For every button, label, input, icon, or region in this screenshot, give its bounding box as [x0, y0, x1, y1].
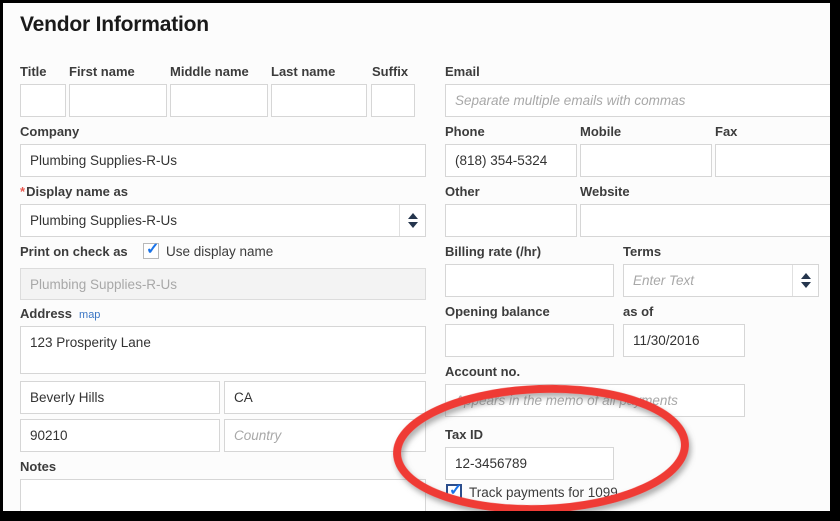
label-company: Company: [20, 124, 80, 139]
label-display-name-as-text: Display name as: [26, 184, 128, 199]
label-first-name: First name: [69, 64, 135, 79]
company-input-value: Plumbing Supplies-R-Us: [30, 153, 178, 168]
use-display-name-label: Use display name: [166, 243, 274, 259]
screenshot-frame: Vendor Information Title First name Midd…: [0, 0, 840, 521]
track-1099-label: Track payments for 1099: [469, 484, 618, 500]
phone-value: (818) 354-5324: [455, 153, 548, 168]
label-title: Title: [20, 64, 47, 79]
print-on-check-input: Plumbing Supplies-R-Us: [20, 268, 426, 300]
website-input[interactable]: [580, 204, 830, 237]
track-1099-checkbox-row[interactable]: ✓ Track payments for 1099: [446, 482, 618, 500]
check-icon: ✓: [449, 482, 463, 499]
label-address: Address map: [20, 306, 100, 321]
label-account-no: Account no.: [445, 364, 521, 379]
account-no-input[interactable]: Appears in the memo of all payments: [445, 384, 745, 417]
notes-textarea[interactable]: [20, 479, 426, 511]
print-on-check-value: Plumbing Supplies-R-Us: [30, 276, 178, 292]
use-display-name-checkbox-row[interactable]: ✓ Use display name: [143, 241, 274, 259]
label-website: Website: [580, 184, 630, 199]
company-input[interactable]: Plumbing Supplies-R-Us: [20, 144, 426, 177]
label-phone: Phone: [445, 124, 485, 139]
as-of-date-input[interactable]: 11/30/2016: [623, 324, 745, 357]
label-display-name-as: *Display name as: [20, 184, 128, 199]
address-country-placeholder: Country: [234, 428, 282, 443]
use-display-name-checkbox[interactable]: ✓: [143, 241, 160, 259]
check-icon: ✓: [146, 241, 160, 258]
fax-input[interactable]: [715, 144, 830, 177]
email-placeholder: Separate multiple emails with commas: [455, 93, 686, 108]
account-no-placeholder: Appears in the memo of all payments: [455, 393, 678, 408]
label-as-of: as of: [623, 304, 654, 319]
mobile-input[interactable]: [580, 144, 712, 177]
label-tax-id: Tax ID: [445, 427, 484, 442]
label-print-on-check-as: Print on check as: [20, 244, 128, 259]
billing-rate-input[interactable]: [445, 264, 614, 297]
address-city-input[interactable]: Beverly Hills: [20, 381, 220, 414]
address-map-link[interactable]: map: [79, 309, 100, 321]
address-street-input[interactable]: 123 Prosperity Lane: [20, 326, 426, 374]
title-input[interactable]: [20, 84, 66, 117]
address-city-value: Beverly Hills: [30, 390, 105, 405]
email-input[interactable]: Separate multiple emails with commas: [445, 84, 830, 117]
address-street-value: 123 Prosperity Lane: [30, 335, 151, 350]
address-state-value: CA: [234, 390, 253, 405]
opening-balance-input[interactable]: [445, 324, 614, 357]
chevron-down-icon: [800, 282, 811, 288]
display-name-as-value: Plumbing Supplies-R-Us: [30, 213, 178, 228]
display-name-as-select[interactable]: Plumbing Supplies-R-Us: [20, 204, 426, 237]
label-last-name: Last name: [271, 64, 336, 79]
tax-id-value: 12-3456789: [455, 456, 528, 471]
first-name-input[interactable]: [69, 84, 167, 117]
label-middle-name: Middle name: [170, 64, 249, 79]
vendor-information-panel: Vendor Information Title First name Midd…: [3, 3, 830, 511]
label-opening-balance: Opening balance: [445, 304, 550, 319]
address-state-input[interactable]: CA: [224, 381, 426, 414]
as-of-date-value: 11/30/2016: [633, 333, 700, 348]
terms-select[interactable]: Enter Text: [623, 264, 819, 297]
label-fax: Fax: [715, 124, 738, 139]
address-zip-value: 90210: [30, 428, 68, 443]
last-name-input[interactable]: [271, 84, 367, 117]
terms-stepper-icon[interactable]: [792, 265, 818, 296]
middle-name-input[interactable]: [170, 84, 268, 117]
page-title: Vendor Information: [20, 13, 209, 36]
phone-input[interactable]: (818) 354-5324: [445, 144, 577, 177]
chevron-down-icon: [407, 222, 418, 228]
terms-placeholder: Enter Text: [633, 273, 695, 288]
label-notes: Notes: [20, 459, 57, 474]
label-address-text: Address: [20, 306, 73, 321]
address-country-input[interactable]: Country: [224, 419, 426, 452]
address-zip-input[interactable]: 90210: [20, 419, 220, 452]
label-email: Email: [445, 64, 480, 79]
other-input[interactable]: [445, 204, 577, 237]
label-billing-rate: Billing rate (/hr): [445, 244, 542, 259]
tax-id-input[interactable]: 12-3456789: [445, 447, 614, 480]
chevron-up-icon: [407, 213, 418, 219]
chevron-up-icon: [800, 273, 811, 279]
label-other: Other: [445, 184, 480, 199]
label-terms: Terms: [623, 244, 662, 259]
suffix-input[interactable]: [371, 84, 415, 117]
required-asterisk: *: [20, 184, 26, 199]
track-1099-checkbox[interactable]: ✓: [446, 482, 463, 500]
label-mobile: Mobile: [580, 124, 622, 139]
label-suffix: Suffix: [372, 64, 409, 79]
select-stepper-icon[interactable]: [399, 205, 425, 236]
